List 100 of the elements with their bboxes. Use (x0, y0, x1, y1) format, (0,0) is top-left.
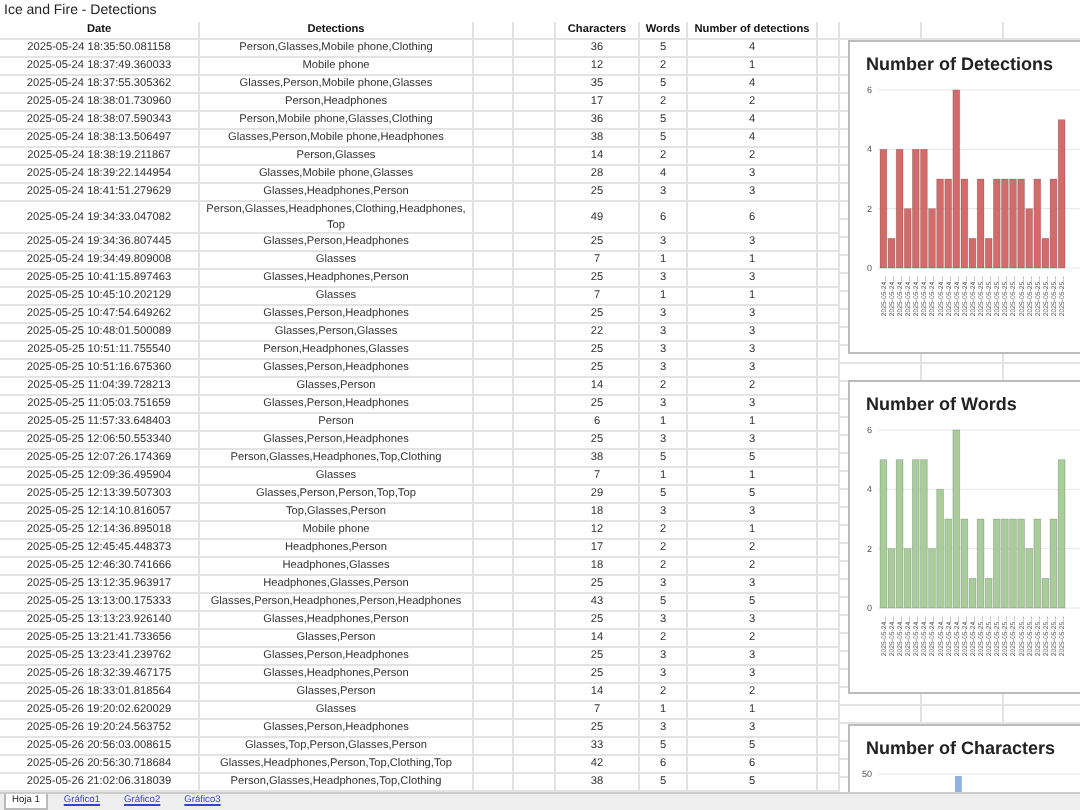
empty-cell (514, 504, 556, 522)
empty-cell (474, 324, 514, 342)
empty-cell (818, 576, 840, 594)
chart-title: Number of Characters (864, 736, 1058, 758)
empty-cell (474, 306, 514, 324)
empty-cell (514, 360, 556, 378)
empty-cell (818, 306, 840, 324)
empty-cell (474, 468, 514, 486)
empty-cell (474, 58, 514, 76)
empty-cell (818, 594, 840, 612)
empty-cell (818, 360, 840, 378)
empty-cell (514, 630, 556, 648)
empty-cell (474, 612, 514, 630)
empty-cell (474, 576, 514, 594)
empty-cell (818, 702, 840, 720)
empty-cell (474, 684, 514, 702)
empty-cell (514, 666, 556, 684)
empty-cell (818, 166, 840, 184)
empty-cell (474, 270, 514, 288)
empty-cell (474, 94, 514, 112)
empty-cell (818, 504, 840, 522)
empty-cell (514, 184, 556, 202)
empty-cell (474, 594, 514, 612)
empty-cell (474, 666, 514, 684)
empty-cell (514, 148, 556, 166)
empty-cell (818, 202, 840, 234)
empty-cell (474, 166, 514, 184)
empty-cell (474, 112, 514, 130)
empty-cell (514, 594, 556, 612)
empty-cell (514, 414, 556, 432)
empty-cell (474, 76, 514, 94)
chart-title: Number of Detections (864, 52, 1056, 74)
empty-cell (818, 432, 840, 450)
empty-cell (818, 234, 840, 252)
empty-cell (474, 738, 514, 756)
empty-cell (474, 130, 514, 148)
empty-cell (474, 360, 514, 378)
empty-cell (818, 342, 840, 360)
empty-cell (514, 702, 556, 720)
empty-cell (514, 342, 556, 360)
empty-cell (818, 414, 840, 432)
empty-cell (474, 148, 514, 166)
empty-cell (474, 432, 514, 450)
empty-cell (818, 252, 840, 270)
empty-cell (474, 252, 514, 270)
empty-cell (818, 396, 840, 414)
empty-cell (514, 576, 556, 594)
empty-cell (474, 648, 514, 666)
empty-cell (514, 468, 556, 486)
empty-cell (818, 270, 840, 288)
empty-cell (514, 450, 556, 468)
empty-cell (818, 756, 840, 774)
empty-cell (818, 94, 840, 112)
empty-cell (818, 324, 840, 342)
empty-cell (514, 270, 556, 288)
empty-cell (514, 58, 556, 76)
empty-cell (818, 184, 840, 202)
empty-cell (818, 720, 840, 738)
empty-cell (818, 630, 840, 648)
empty-cell (514, 540, 556, 558)
empty-cell (514, 202, 556, 234)
empty-cell (474, 450, 514, 468)
empty-cell (818, 112, 840, 130)
empty-cell (514, 558, 556, 576)
empty-cell (514, 738, 556, 756)
empty-cell (474, 522, 514, 540)
empty-cell (818, 540, 840, 558)
empty-cell (514, 94, 556, 112)
empty-cell (818, 130, 840, 148)
empty-cell (818, 450, 840, 468)
empty-cell (818, 684, 840, 702)
empty-cell (514, 130, 556, 148)
empty-cell (514, 522, 556, 540)
empty-cell (474, 378, 514, 396)
empty-cell (818, 76, 840, 94)
empty-cell (818, 378, 840, 396)
empty-cell (474, 288, 514, 306)
empty-cell (474, 342, 514, 360)
empty-cell (514, 324, 556, 342)
empty-cell (514, 306, 556, 324)
empty-cell (818, 612, 840, 630)
empty-cell (474, 720, 514, 738)
empty-cell (818, 288, 840, 306)
empty-cell (474, 558, 514, 576)
empty-cell (514, 684, 556, 702)
chart-title: Number of Words (864, 392, 1019, 414)
empty-cell (514, 252, 556, 270)
empty-cell (818, 486, 840, 504)
empty-cell (818, 738, 840, 756)
empty-cell (514, 756, 556, 774)
empty-cell (514, 234, 556, 252)
empty-cell (514, 76, 556, 94)
empty-cell (474, 630, 514, 648)
chart-bar (955, 776, 962, 792)
empty-cell (474, 504, 514, 522)
empty-cell (474, 756, 514, 774)
empty-cell (818, 648, 840, 666)
empty-cell (514, 396, 556, 414)
empty-cell (474, 486, 514, 504)
empty-cell (514, 648, 556, 666)
